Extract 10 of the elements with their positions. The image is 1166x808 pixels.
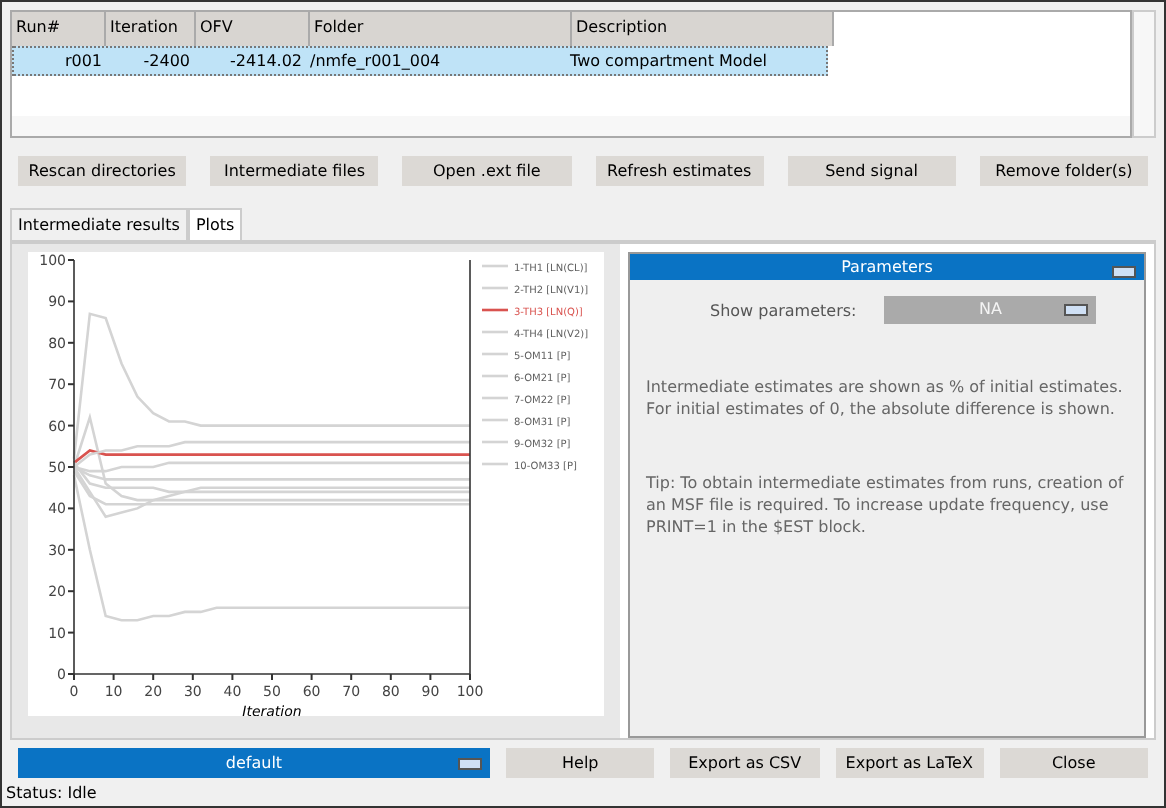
table-cell-text: r001	[62, 50, 104, 74]
info-text: Tip: To obtain intermediate estimates from runs, creation of an MSF file is required. To increase update frequency, use PRINT=1 in the $EST block.	[646, 472, 1126, 538]
status-text: Status: Idle	[6, 784, 99, 802]
panel-title: Parameters	[841, 258, 933, 276]
show-parameters-label: Show parameters:	[710, 301, 857, 319]
table-cell-text: Two compartment Model	[568, 50, 770, 74]
table-cell-text: -2400	[141, 50, 192, 74]
info-text: Intermediate estimates are shown as % of initial estimates. For initial estimates of 0, the absolute difference is shown.	[646, 376, 1125, 420]
table-cell-text: -2414.02	[228, 50, 304, 74]
table-cell-text: /nmfe_r001_004	[308, 50, 443, 74]
